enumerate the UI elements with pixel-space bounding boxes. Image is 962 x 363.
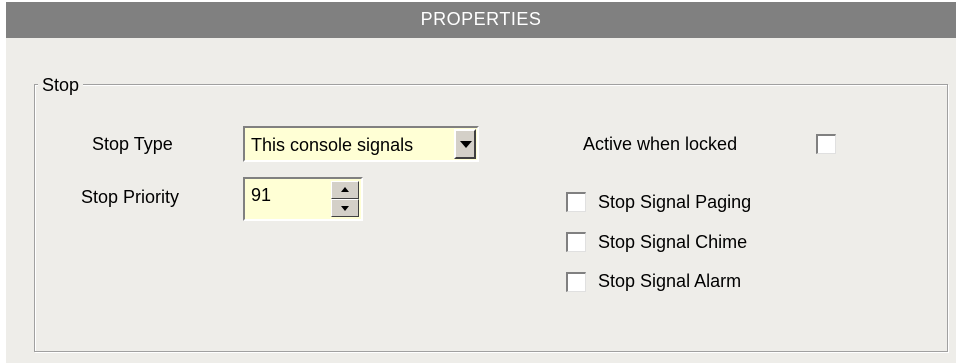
active-when-locked-checkbox[interactable] bbox=[816, 134, 836, 154]
stop-signal-alarm-checkbox[interactable] bbox=[566, 272, 586, 292]
stop-priority-decrement-button[interactable] bbox=[331, 199, 359, 217]
stop-type-dropdown[interactable]: This console signals bbox=[243, 126, 479, 162]
stop-type-value: This console signals bbox=[251, 135, 414, 155]
stop-groupbox bbox=[34, 84, 948, 352]
stop-priority-stepper[interactable]: 91 bbox=[243, 177, 363, 221]
stop-signal-paging-label: Stop Signal Paging bbox=[598, 192, 752, 212]
spin-down-icon bbox=[341, 206, 349, 211]
stop-signal-chime-checkbox[interactable] bbox=[566, 232, 586, 252]
stop-signal-chime-label: Stop Signal Chime bbox=[598, 232, 748, 252]
stop-signal-alarm-label: Stop Signal Alarm bbox=[598, 271, 742, 291]
stop-signal-paging-checkbox[interactable] bbox=[566, 192, 586, 212]
spin-up-icon bbox=[341, 187, 349, 192]
stop-group-legend: Stop bbox=[38, 75, 84, 95]
active-when-locked-label: Active when locked bbox=[583, 134, 738, 154]
stop-type-label: Stop Type bbox=[92, 134, 173, 154]
stop-priority-increment-button[interactable] bbox=[331, 181, 359, 199]
stop-priority-label: Stop Priority bbox=[81, 187, 180, 207]
properties-window: PROPERTIES Stop Stop Type This console s… bbox=[6, 0, 956, 363]
stop-type-dropdown-button[interactable] bbox=[454, 129, 476, 159]
properties-title-bar: PROPERTIES bbox=[6, 0, 956, 38]
window-title: PROPERTIES bbox=[420, 9, 542, 29]
stop-priority-value: 91 bbox=[251, 185, 272, 205]
chevron-down-icon bbox=[460, 141, 472, 148]
